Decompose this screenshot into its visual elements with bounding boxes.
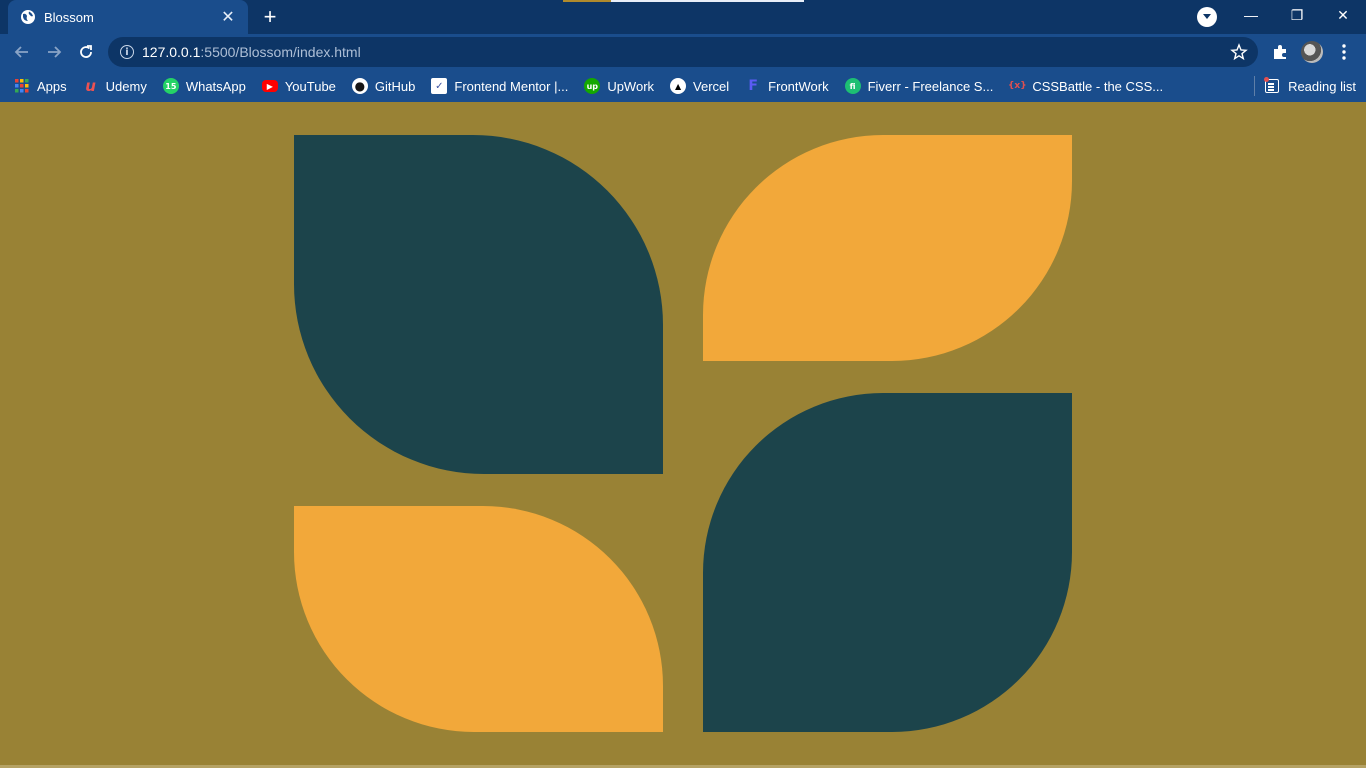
top-strip-marker — [563, 0, 804, 2]
menu-button[interactable] — [1330, 38, 1358, 66]
apps-grid-icon — [14, 78, 30, 94]
tab-blossom[interactable]: Blossom ✕ — [8, 0, 248, 34]
bookmark-label: CSSBattle - the CSS... — [1032, 78, 1164, 94]
profile-button[interactable] — [1298, 38, 1326, 66]
arrow-right-icon — [48, 46, 62, 58]
fiverr-icon: fi — [844, 78, 861, 94]
frontend-mentor-icon: ✓ — [431, 78, 448, 94]
bookmark-label: YouTube — [284, 78, 336, 94]
tab-search-button[interactable] — [1197, 7, 1217, 27]
bookmark-udemy[interactable]: u Udemy — [83, 77, 147, 95]
bookmark-youtube[interactable]: ▶ YouTube — [261, 78, 336, 94]
new-tab-button[interactable]: + — [258, 5, 282, 29]
puzzle-icon — [1274, 45, 1286, 59]
reload-icon — [80, 45, 92, 58]
bookmark-cssbattle-the-css[interactable]: {x} CSSBattle - the CSS... — [1008, 78, 1164, 94]
bookmark-frontwork[interactable]: F FrontWork — [745, 78, 828, 94]
upwork-icon: up — [584, 78, 601, 94]
petal-bottom-right — [703, 393, 1072, 732]
petal-top-right — [703, 135, 1072, 361]
site-info-icon[interactable]: i — [120, 45, 134, 59]
browser-toolbar: i 127.0.0.1:5500/Blossom/index.html — [0, 34, 1366, 70]
restore-button[interactable]: ❐ — [1274, 0, 1320, 30]
page-viewport — [0, 102, 1366, 768]
reload-button[interactable] — [72, 38, 100, 66]
bookmark-label: Fiverr - Freelance S... — [867, 78, 994, 94]
frontwork-icon: F — [748, 78, 758, 94]
bookmark-label: Apps — [37, 78, 67, 94]
tab-strip: Blossom ✕ + — ❐ ✕ — [0, 0, 1366, 34]
close-window-button[interactable]: ✕ — [1320, 0, 1366, 30]
bookmark-label: GitHub — [374, 78, 416, 94]
back-button[interactable] — [8, 38, 36, 66]
whatsapp-icon: 15 — [162, 78, 179, 94]
bookmark-github[interactable]: ● GitHub — [351, 78, 416, 94]
petal-bottom-left — [294, 506, 663, 732]
minimize-button[interactable]: — — [1228, 0, 1274, 30]
bookmark-label: FrontWork — [768, 78, 829, 94]
kebab-menu-icon — [1342, 44, 1346, 60]
bookmark-star-icon[interactable] — [1230, 43, 1248, 61]
arrow-left-icon — [14, 46, 28, 58]
reading-list-icon — [1264, 77, 1280, 93]
bookmark-vercel[interactable]: ▲ Vercel — [670, 78, 729, 94]
bookmark-whatsapp[interactable]: 15 WhatsApp — [162, 78, 246, 94]
extensions-button[interactable] — [1266, 38, 1294, 66]
cssbattle-icon: {x} — [1008, 81, 1027, 91]
bookmarks-bar: Apps u Udemy 15 WhatsApp ▶ YouTube ● GitHub ✓ Fron… — [0, 70, 1366, 102]
avatar — [1301, 41, 1323, 63]
bookmark-label: UpWork — [607, 78, 655, 94]
tab-close-icon[interactable]: ✕ — [218, 7, 238, 27]
globe-icon — [20, 9, 36, 25]
url-path: :5500/Blossom/index.html — [200, 44, 361, 60]
url-host: 127.0.0.1 — [142, 44, 201, 60]
forward-button[interactable] — [40, 38, 68, 66]
petal-top-left — [294, 135, 663, 474]
bookmark-label: Udemy — [105, 78, 147, 94]
tab-title: Blossom — [44, 9, 94, 25]
bookmark-apps[interactable]: Apps — [14, 78, 67, 94]
udemy-icon: u — [85, 77, 96, 95]
bookmark-fiverr-freelance-s[interactable]: fi Fiverr - Freelance S... — [844, 78, 994, 94]
bookmark-label: Frontend Mentor |... — [454, 78, 569, 94]
github-icon: ● — [351, 78, 368, 94]
reading-list-label: Reading list — [1288, 78, 1356, 94]
bookmark-label: WhatsApp — [185, 78, 246, 94]
youtube-icon: ▶ — [261, 80, 278, 92]
address-bar[interactable]: i 127.0.0.1:5500/Blossom/index.html — [108, 37, 1258, 67]
chevron-down-icon — [1203, 14, 1211, 19]
bookmarks-separator — [1254, 76, 1256, 96]
reading-list-button[interactable]: Reading list — [1254, 70, 1356, 102]
bookmark-label: Vercel — [693, 78, 730, 94]
bookmark-frontend-mentor[interactable]: ✓ Frontend Mentor |... — [431, 78, 568, 94]
bookmark-upwork[interactable]: up UpWork — [584, 78, 654, 94]
vercel-icon: ▲ — [670, 78, 687, 94]
